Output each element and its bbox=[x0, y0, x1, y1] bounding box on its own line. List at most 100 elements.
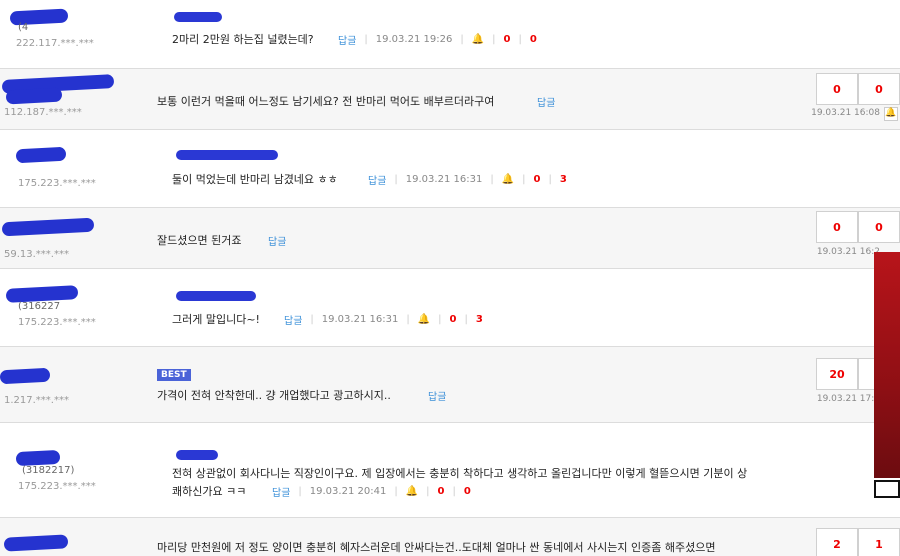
divider: | bbox=[492, 34, 496, 45]
user-ip: 1.217.***.*** bbox=[4, 395, 69, 406]
report-icon[interactable]: 🔔 bbox=[418, 314, 430, 325]
divider: | bbox=[460, 34, 464, 45]
reply-link[interactable]: 답글 bbox=[368, 172, 386, 187]
user-ip: 112.187.***.*** bbox=[4, 107, 82, 118]
comment-row: (4 222.117.***.*** 2마리 2만원 하는집 널렸는데? 답글 … bbox=[0, 0, 900, 69]
comment-text: 2마리 2만원 하는집 널렸는데? bbox=[172, 33, 314, 46]
user-ip: 175.223.***.*** bbox=[18, 178, 96, 189]
redacted-commenter-name bbox=[176, 450, 218, 460]
comment-meta: 답글 | 19.03.21 20:41 | 🔔 | 0 | 0 bbox=[272, 484, 471, 499]
redacted-username bbox=[15, 146, 67, 164]
downvote-button[interactable]: 0 bbox=[858, 211, 900, 243]
reply-link[interactable]: 답글 bbox=[338, 32, 356, 47]
comment-row: 1.217.***.*** BEST 가격이 전혀 안착한데.. 걍 개업했다고… bbox=[0, 347, 900, 423]
report-icon[interactable]: 🔔 bbox=[406, 486, 418, 497]
comment-meta: 답글 bbox=[537, 94, 555, 109]
user-id: (3182217) bbox=[22, 465, 75, 476]
upvote-button[interactable]: 0 bbox=[816, 211, 858, 243]
reply-link[interactable]: 답글 bbox=[268, 233, 286, 248]
report-icon[interactable]: 🔔 bbox=[472, 34, 484, 45]
redacted-username bbox=[0, 367, 51, 385]
comment-date: 19.03.21 19:26 bbox=[375, 34, 453, 45]
divider: | bbox=[406, 314, 410, 325]
user-ip: 222.117.***.*** bbox=[16, 38, 94, 49]
comment-user: 112.187.***.*** bbox=[0, 69, 140, 129]
reply-link[interactable]: 답글 bbox=[284, 312, 302, 327]
comment-date: 19.03.21 16:31 bbox=[321, 314, 399, 325]
redacted-commenter-name bbox=[176, 291, 256, 301]
upvote-button[interactable]: 2 bbox=[816, 528, 858, 556]
comment-date: 19.03.21 20:41 bbox=[309, 486, 387, 497]
redacted-commenter-name bbox=[174, 12, 222, 22]
upvote-count[interactable]: 0 bbox=[504, 34, 511, 45]
divider: | bbox=[490, 174, 494, 185]
comment-text: 그러게 말입니다~! bbox=[172, 313, 260, 326]
upvote-count[interactable]: 0 bbox=[534, 174, 541, 185]
downvote-count[interactable]: 3 bbox=[476, 314, 483, 325]
comment-row: 175.223.***.*** 둘이 먹었는데 반마리 남겼네요 ㅎㅎ 답글 |… bbox=[0, 130, 900, 208]
divider: | bbox=[548, 174, 552, 185]
comment-date: 19.03.21 16:2 bbox=[816, 247, 880, 257]
vote-box: 0 0 bbox=[816, 211, 900, 243]
upvote-count[interactable]: 0 bbox=[438, 486, 445, 497]
downvote-button[interactable]: 1 bbox=[858, 528, 900, 556]
comment-meta: 답글 | 19.03.21 16:31 | 🔔 | 0 | 3 bbox=[284, 312, 483, 327]
comment-user bbox=[0, 518, 140, 556]
comment-user: 1.217.***.*** bbox=[0, 347, 140, 422]
comment-row: (3182217) 175.223.***.*** 전혀 상관없이 회사다니는 … bbox=[0, 423, 900, 518]
comment-user: 175.223.***.*** bbox=[0, 130, 140, 207]
report-icon[interactable]: 🔔 bbox=[884, 107, 898, 121]
downvote-count[interactable]: 0 bbox=[464, 486, 471, 497]
comment-meta: 답글 | 19.03.21 19:26 | 🔔 | 0 | 0 bbox=[338, 32, 537, 47]
comment-text: 마리당 만천원에 저 정도 양이면 충분히 혜자스러운데 안싸다는건..도대체 … bbox=[157, 541, 716, 554]
comment-text: 잘드셨으면 된거죠 bbox=[157, 234, 242, 247]
user-id: (316227 bbox=[18, 301, 61, 312]
divider: | bbox=[394, 174, 398, 185]
comment-meta: 답글 | 19.03.21 16:31 | 🔔 | 0 | 3 bbox=[368, 172, 567, 187]
comment-text: 둘이 먹었는데 반마리 남겼네요 ㅎㅎ bbox=[172, 173, 338, 186]
redacted-username bbox=[1, 217, 95, 237]
vote-box: 2 1 bbox=[816, 528, 900, 556]
downvote-button[interactable]: 0 bbox=[858, 73, 900, 105]
upvote-button[interactable]: 20 bbox=[816, 358, 858, 390]
comment-date: 19.03.21 17:0 bbox=[816, 394, 880, 404]
reply-link[interactable]: 답글 bbox=[272, 484, 290, 499]
divider: | bbox=[464, 314, 468, 325]
redacted-username bbox=[3, 534, 69, 552]
comment-text-line2: 쾌하신가요 ㅋㅋ bbox=[172, 485, 247, 498]
ad-close-box[interactable] bbox=[874, 480, 900, 498]
comment-text: 전혀 상관없이 회사다니는 직장인이구요. 제 입장에서는 충분히 착하다고 생… bbox=[172, 467, 748, 480]
divider: | bbox=[394, 486, 398, 497]
redacted-username bbox=[15, 449, 61, 467]
comment-date: 19.03.21 16:31 bbox=[405, 174, 483, 185]
user-ip: 175.223.***.*** bbox=[18, 481, 96, 492]
redacted-username bbox=[5, 87, 63, 105]
reply-link[interactable]: 답글 bbox=[537, 94, 555, 109]
side-advertisement[interactable] bbox=[874, 252, 900, 478]
comment-text: 보통 이런거 먹을때 어느정도 남기세요? 전 반마리 먹어도 배부르더라구여 bbox=[157, 95, 495, 108]
downvote-count[interactable]: 0 bbox=[530, 34, 537, 45]
user-ip: 175.223.***.*** bbox=[18, 317, 96, 328]
upvote-button[interactable]: 0 bbox=[816, 73, 858, 105]
upvote-count[interactable]: 0 bbox=[450, 314, 457, 325]
downvote-count[interactable]: 3 bbox=[560, 174, 567, 185]
divider: | bbox=[310, 314, 314, 325]
user-id: (4 bbox=[18, 22, 29, 33]
comment-user: (3182217) 175.223.***.*** bbox=[0, 423, 140, 517]
user-ip: 59.13.***.*** bbox=[4, 249, 69, 260]
vote-box: 0 0 bbox=[816, 73, 900, 105]
comment-meta: 답글 bbox=[428, 388, 446, 403]
divider: | bbox=[298, 486, 302, 497]
divider: | bbox=[452, 486, 456, 497]
divider: | bbox=[426, 486, 430, 497]
report-icon[interactable]: 🔔 bbox=[502, 174, 514, 185]
redacted-commenter-name bbox=[176, 150, 278, 160]
comment-user: (4 222.117.***.*** bbox=[0, 0, 140, 68]
divider: | bbox=[518, 34, 522, 45]
best-badge: BEST bbox=[157, 369, 191, 381]
comment-row: (316227 175.223.***.*** 그러게 말입니다~! 답글 | … bbox=[0, 269, 900, 347]
reply-link[interactable]: 답글 bbox=[428, 388, 446, 403]
comment-date: 19.03.21 16:08 bbox=[811, 108, 880, 118]
divider: | bbox=[438, 314, 442, 325]
comment-text: 가격이 전혀 안착한데.. 걍 개업했다고 광고하시지.. bbox=[157, 389, 391, 402]
